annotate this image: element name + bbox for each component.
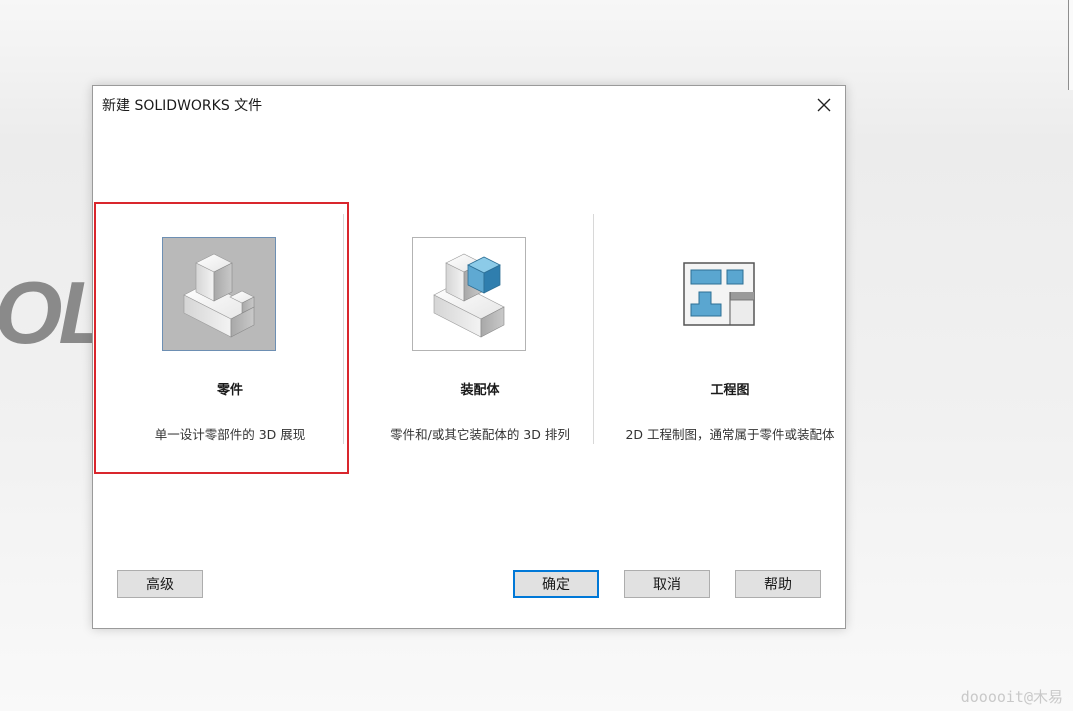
- assembly-icon: [433, 253, 505, 338]
- option-separator: [343, 214, 344, 444]
- option-assembly-description: 零件和/或其它装配体的 3D 排列: [390, 427, 570, 442]
- new-document-dialog: 新建 SOLIDWORKS 文件 零件 单一设计零部件的 3D 展现 装配体 零…: [92, 85, 846, 629]
- option-drawing-description: 2D 工程制图，通常属于零件或装配体: [625, 427, 835, 442]
- close-icon: [817, 98, 831, 112]
- watermark-text: dooooit@木易: [960, 688, 1063, 706]
- option-assembly-tile[interactable]: [412, 237, 526, 351]
- option-drawing-tile[interactable]: [662, 237, 776, 351]
- option-part[interactable]: 零件 单一设计零部件的 3D 展现: [105, 213, 355, 473]
- option-part-tile[interactable]: [162, 237, 276, 351]
- option-drawing[interactable]: 工程图 2D 工程制图，通常属于零件或装配体: [605, 213, 855, 473]
- option-part-description: 单一设计零部件的 3D 展现: [154, 427, 306, 442]
- option-part-label: 零件: [216, 383, 243, 398]
- option-drawing-label: 工程图: [710, 383, 750, 398]
- option-separator: [593, 214, 594, 444]
- help-button[interactable]: 帮助: [735, 570, 821, 598]
- dialog-title: 新建 SOLIDWORKS 文件: [102, 98, 263, 114]
- ok-button[interactable]: 确定: [513, 570, 599, 598]
- option-assembly-label: 装配体: [460, 383, 500, 398]
- part-icon: [183, 253, 255, 338]
- drawing-icon: [683, 262, 755, 326]
- advanced-button[interactable]: 高级: [117, 570, 203, 598]
- close-button[interactable]: [811, 92, 837, 118]
- cancel-button[interactable]: 取消: [624, 570, 710, 598]
- option-assembly[interactable]: 装配体 零件和/或其它装配体的 3D 排列: [355, 213, 605, 473]
- background-scroll-edge: [1068, 0, 1073, 90]
